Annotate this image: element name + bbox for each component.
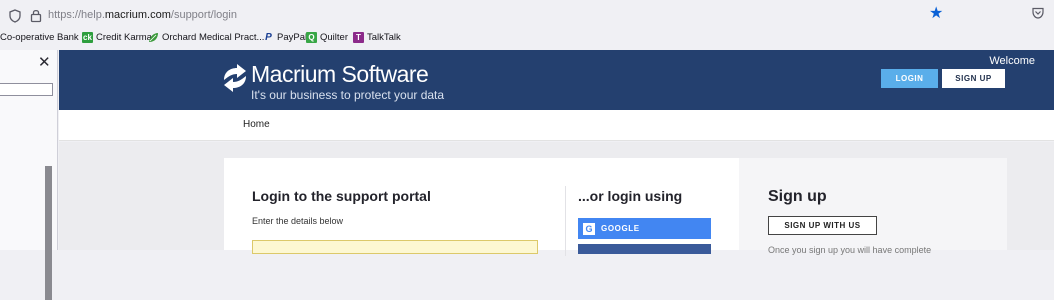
- url-prefix: https://help.: [48, 9, 105, 21]
- bookmark-orchard-medical[interactable]: Orchard Medical Pract...: [148, 32, 264, 43]
- url-text[interactable]: https://help.macrium.com/support/login: [48, 9, 237, 21]
- bookmark-coop[interactable]: Co-operative Bank: [0, 32, 79, 43]
- talktalk-icon: T: [353, 32, 364, 43]
- bookmark-label: TalkTalk: [367, 32, 401, 43]
- bookmarks-toolbar: Co-operative Bank ck Credit Karma Orchard…: [0, 31, 1054, 47]
- close-icon[interactable]: ✕: [38, 53, 51, 71]
- login-title: Login to the support portal: [252, 188, 431, 204]
- signup-card: Sign up SIGN UP WITH US Once you sign up…: [739, 158, 1007, 255]
- divider: [565, 186, 566, 256]
- quilter-icon: Q: [306, 32, 317, 43]
- url-domain: macrium.com: [104, 9, 171, 21]
- breadcrumb-home-link[interactable]: Home: [243, 119, 270, 130]
- bookmark-label: PayPal: [277, 32, 308, 43]
- bookmark-talktalk[interactable]: T TalkTalk: [353, 32, 401, 43]
- signup-button[interactable]: SIGN UP: [942, 69, 1005, 88]
- pocket-icon[interactable]: [1031, 6, 1045, 20]
- welcome-text: Welcome: [989, 55, 1035, 67]
- shield-icon[interactable]: [8, 9, 22, 23]
- leaf-icon: [149, 33, 158, 42]
- paypal-icon: P: [265, 32, 272, 43]
- login-card: Login to the support portal Enter the de…: [224, 158, 739, 256]
- google-login-button[interactable]: G GOOGLE: [578, 218, 711, 239]
- brand-name: Macrium Software: [251, 61, 429, 87]
- main-content: Login to the support portal Enter the de…: [59, 142, 1054, 256]
- breadcrumb: Home: [59, 110, 1054, 141]
- lock-icon[interactable]: [30, 8, 42, 23]
- url-path: /support/login: [170, 9, 237, 21]
- sidebar-panel: ✕: [0, 50, 58, 300]
- signup-note: Once you sign up you will have complete: [768, 245, 932, 255]
- bookmark-credit-karma[interactable]: ck Credit Karma: [82, 32, 152, 43]
- ck-icon: ck: [82, 32, 93, 43]
- facebook-login-button[interactable]: [578, 244, 711, 254]
- logo-arrows-icon: [224, 64, 246, 92]
- sidebar-search-input[interactable]: [0, 83, 53, 96]
- signup-title: Sign up: [768, 188, 827, 205]
- bookmark-paypal[interactable]: P PayPal: [263, 32, 307, 43]
- login-subtitle: Enter the details below: [252, 216, 344, 226]
- site-header: Macrium Software It's our business to pr…: [59, 50, 1054, 110]
- notice-box: [252, 240, 538, 254]
- bookmark-label: Quilter: [320, 32, 348, 43]
- login-button[interactable]: LOGIN: [881, 69, 938, 88]
- bookmark-label: Co-operative Bank: [0, 32, 79, 43]
- google-login-label: GOOGLE: [601, 224, 640, 233]
- bookmark-star-icon[interactable]: ★: [929, 3, 943, 23]
- bookmark-quilter[interactable]: Q Quilter: [306, 32, 348, 43]
- google-icon: G: [583, 222, 595, 235]
- bookmark-label: Orchard Medical Pract...: [162, 32, 265, 43]
- signup-with-us-button[interactable]: SIGN UP WITH US: [768, 216, 877, 235]
- bookmark-label: Credit Karma: [96, 32, 152, 43]
- url-bar[interactable]: https://help.macrium.com/support/login: [0, 3, 958, 23]
- sidebar-scrollbar[interactable]: [45, 166, 52, 300]
- brand-tagline: It's our business to protect your data: [251, 88, 445, 102]
- alt-login-title: ...or login using: [578, 188, 683, 204]
- browser-toolbar: https://help.macrium.com/support/login ★: [0, 0, 1054, 26]
